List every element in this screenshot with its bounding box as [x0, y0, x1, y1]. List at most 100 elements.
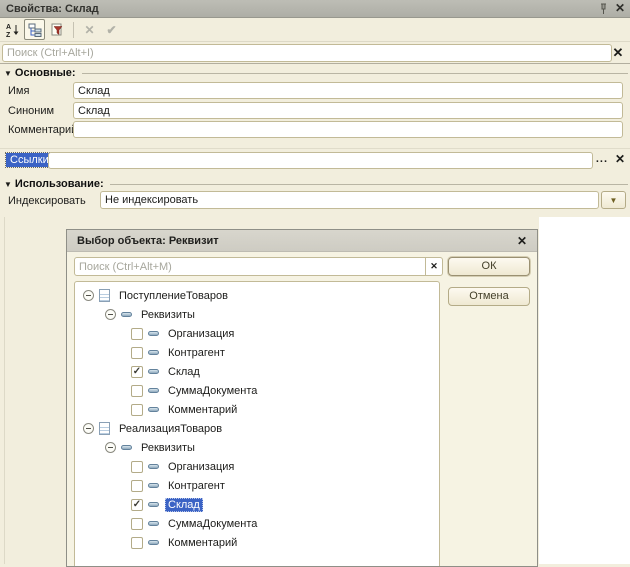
tree-row[interactable]: СуммаДокумента: [75, 381, 439, 400]
tree-checkbox[interactable]: [131, 480, 143, 492]
attribute-icon: [148, 540, 159, 545]
section-rule: [110, 184, 628, 185]
tree-item-label[interactable]: Контрагент: [165, 479, 228, 493]
tree-item-label[interactable]: СуммаДокумента: [165, 517, 260, 531]
tree-item-label[interactable]: Склад: [165, 498, 203, 512]
comment-field: [73, 121, 623, 138]
links-field: [48, 152, 593, 169]
tree-item-label[interactable]: Реквизиты: [138, 441, 198, 455]
synonym-input[interactable]: [74, 103, 622, 118]
indexing-combo[interactable]: Не индексировать: [100, 191, 599, 209]
dialog-search-input[interactable]: [75, 261, 425, 273]
tree-item-label[interactable]: РеализацияТоваров: [116, 422, 225, 436]
document-icon: [99, 422, 110, 435]
section-usage[interactable]: ▼ Использование:: [0, 177, 630, 191]
tree-item-label[interactable]: Организация: [165, 327, 237, 341]
section-usage-label: Использование:: [15, 178, 104, 190]
tree-item-label[interactable]: Организация: [165, 460, 237, 474]
tree-checkbox[interactable]: ✓: [131, 366, 143, 378]
collapse-triangle-icon: ▼: [4, 69, 12, 78]
pin-icon-svg: [599, 2, 608, 15]
tree-checkbox[interactable]: [131, 385, 143, 397]
attribute-icon: [148, 369, 159, 374]
ok-button[interactable]: ОК: [448, 257, 530, 276]
tree-row[interactable]: Реквизиты: [75, 305, 439, 324]
tree-item-label[interactable]: Склад: [165, 365, 203, 379]
tree-checkbox[interactable]: [131, 347, 143, 359]
tree-item-label[interactable]: Комментарий: [165, 536, 240, 550]
object-select-dialog: Выбор объекта: Реквизит ✕ ✕ ОК Отмена По…: [66, 229, 538, 567]
attribute-icon: [148, 388, 159, 393]
tree-item-label[interactable]: Реквизиты: [138, 308, 198, 322]
tree-item-label[interactable]: СуммаДокумента: [165, 384, 260, 398]
panel-edge-line: [4, 217, 5, 564]
sort-az-glyph: A Z: [5, 22, 21, 38]
sort-az-icon[interactable]: A Z: [2, 19, 23, 40]
tree-checkbox[interactable]: ✓: [131, 499, 143, 511]
tree-item-label[interactable]: Комментарий: [165, 403, 240, 417]
tree-row[interactable]: ✓ Склад: [75, 362, 439, 381]
tree-checkbox[interactable]: [131, 328, 143, 340]
comment-input[interactable]: [74, 122, 622, 137]
dialog-titlebar[interactable]: Выбор объекта: Реквизит ✕: [67, 230, 537, 252]
dialog-search-clear-icon[interactable]: ✕: [425, 258, 442, 275]
indexing-label: Индексировать: [8, 195, 86, 207]
tree-item-label[interactable]: ПоступлениеТоваров: [116, 289, 231, 303]
section-main[interactable]: ▼ Основные:: [0, 66, 630, 80]
comment-label: Комментарий: [8, 124, 77, 136]
tree-row[interactable]: РеализацияТоваров: [75, 419, 439, 438]
cancel-button[interactable]: Отмена: [448, 287, 530, 306]
svg-text:A: A: [6, 24, 11, 31]
tree-row[interactable]: Организация: [75, 457, 439, 476]
indexing-dropdown-button[interactable]: ▼: [601, 191, 626, 209]
tree-item-label[interactable]: Контрагент: [165, 346, 228, 360]
apply-icon[interactable]: ✔: [101, 19, 122, 40]
links-clear-icon[interactable]: ✕: [615, 152, 625, 166]
collapse-minus-icon[interactable]: [105, 442, 116, 453]
links-more-button[interactable]: ...: [596, 153, 608, 165]
properties-search-field: [2, 44, 612, 62]
divider: [0, 148, 630, 149]
properties-title: Свойства: Склад: [0, 3, 596, 15]
dialog-title: Выбор объекта: Реквизит: [67, 235, 517, 247]
name-input[interactable]: [74, 83, 622, 98]
collapse-minus-icon[interactable]: [83, 423, 94, 434]
links-input[interactable]: [49, 153, 592, 168]
properties-search-input[interactable]: [3, 47, 611, 59]
attribute-icon: [148, 483, 159, 488]
category-view-icon[interactable]: [24, 19, 45, 40]
tree-row[interactable]: Комментарий: [75, 400, 439, 419]
tree-row[interactable]: ✓ Склад: [75, 495, 439, 514]
document-icon: [99, 289, 110, 302]
filter-icon[interactable]: [46, 19, 67, 40]
collapse-triangle-icon: ▼: [4, 180, 12, 189]
dialog-close-icon[interactable]: ✕: [517, 234, 537, 248]
clear-icon[interactable]: ✕: [79, 19, 100, 40]
tree-checkbox[interactable]: [131, 518, 143, 530]
tree-row[interactable]: ПоступлениеТоваров: [75, 286, 439, 305]
attribute-icon: [121, 445, 132, 450]
tree-row[interactable]: Контрагент: [75, 476, 439, 495]
properties-close-icon[interactable]: ✕: [610, 1, 630, 16]
tree-row[interactable]: Комментарий: [75, 533, 439, 552]
dialog-search-field: ✕: [74, 257, 443, 276]
attribute-icon: [148, 350, 159, 355]
tree-row[interactable]: СуммаДокумента: [75, 514, 439, 533]
properties-search-clear-icon[interactable]: ✕: [610, 45, 626, 61]
category-view-glyph: [27, 22, 43, 38]
collapse-minus-icon[interactable]: [83, 290, 94, 301]
tree-row[interactable]: Реквизиты: [75, 438, 439, 457]
collapse-minus-icon[interactable]: [105, 309, 116, 320]
pin-icon[interactable]: [596, 1, 610, 16]
section-rule: [82, 73, 628, 74]
tree-row[interactable]: Организация: [75, 324, 439, 343]
tree-checkbox[interactable]: [131, 461, 143, 473]
links-label[interactable]: Ссылки: [6, 153, 53, 167]
tree-checkbox[interactable]: [131, 404, 143, 416]
object-tree[interactable]: ПоступлениеТоваров Реквизиты Организация Ко…: [74, 281, 440, 567]
attribute-icon: [148, 464, 159, 469]
section-main-label: Основные:: [15, 67, 76, 79]
tree-row[interactable]: Контрагент: [75, 343, 439, 362]
tree-checkbox[interactable]: [131, 537, 143, 549]
workspace-background: [539, 217, 630, 564]
